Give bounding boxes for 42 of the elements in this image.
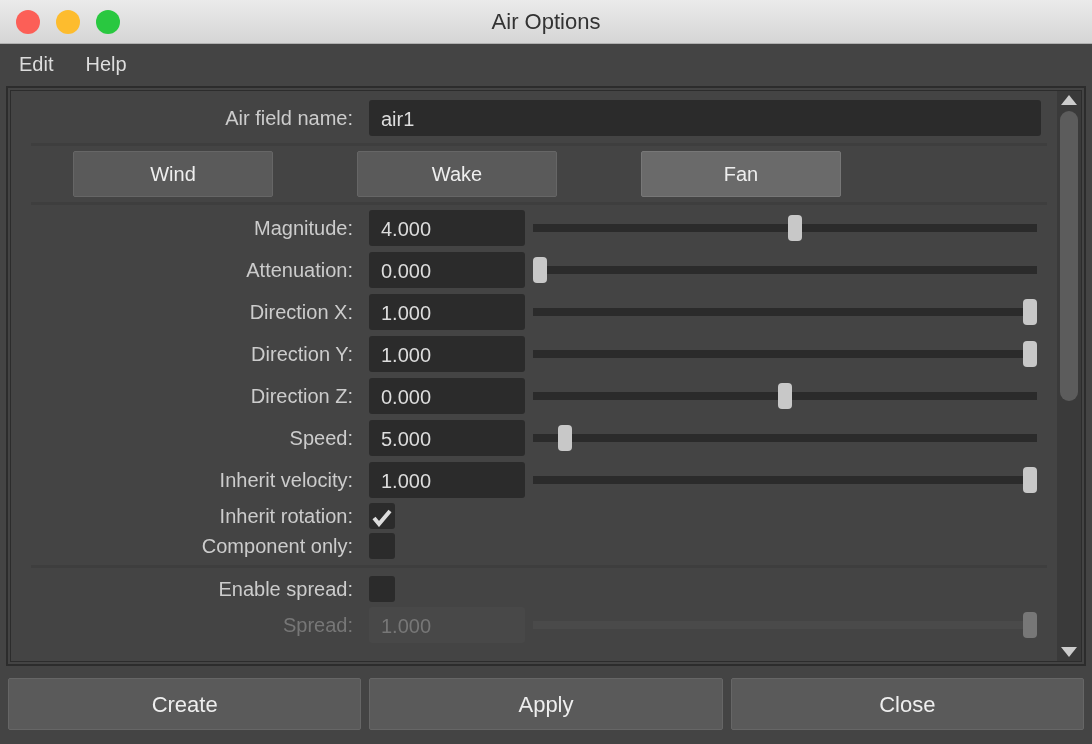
field-label: Inherit rotation: xyxy=(218,504,354,529)
scrollbar-thumb[interactable] xyxy=(1060,111,1078,401)
menu-item[interactable]: Edit xyxy=(19,49,54,79)
slider-thumb[interactable] xyxy=(533,257,547,283)
field-label: Magnitude: xyxy=(253,216,354,241)
number-field[interactable]: 4.000 xyxy=(369,210,525,246)
field-label: Attenuation: xyxy=(245,258,354,283)
field-label: Enable spread: xyxy=(217,577,354,602)
dialog-button[interactable]: Create xyxy=(8,678,362,730)
scroll-down-arrow-icon[interactable] xyxy=(1061,647,1077,657)
number-field[interactable]: 1.000 xyxy=(369,294,525,330)
mode-button[interactable]: Wake xyxy=(357,151,557,197)
slider-thumb[interactable] xyxy=(778,383,792,409)
field-label: Air field name: xyxy=(224,106,354,131)
field-label: Direction X: xyxy=(248,300,354,325)
menu-item[interactable]: Help xyxy=(85,49,127,79)
number-field[interactable]: 1.000 xyxy=(369,336,525,372)
number-field[interactable]: 0.000 xyxy=(369,378,525,414)
checkbox[interactable] xyxy=(369,533,395,559)
scroll-up-arrow-icon[interactable] xyxy=(1061,95,1077,105)
number-field[interactable]: 0.000 xyxy=(369,252,525,288)
field-label: Speed: xyxy=(288,426,354,451)
field-label: Inherit velocity: xyxy=(218,468,354,493)
field-label: Direction Y: xyxy=(250,342,354,367)
mode-button[interactable]: Wind xyxy=(73,151,273,197)
name-input-field[interactable]: air1 xyxy=(369,100,1041,136)
slider-thumb[interactable] xyxy=(1023,341,1037,367)
number-field[interactable]: 5.000 xyxy=(369,420,525,456)
dialog-button[interactable]: Apply xyxy=(369,678,723,730)
number-field[interactable]: 1.000 xyxy=(369,462,525,498)
mode-button[interactable]: Fan xyxy=(641,151,841,197)
field-label: Component only: xyxy=(200,534,354,559)
checkbox[interactable] xyxy=(369,503,395,529)
scrollbar[interactable] xyxy=(1057,91,1081,661)
slider-thumb[interactable] xyxy=(1023,299,1037,325)
slider-thumb[interactable] xyxy=(1023,467,1037,493)
slider-thumb[interactable] xyxy=(787,215,802,241)
checkbox[interactable] xyxy=(369,576,395,602)
slider-thumb[interactable] xyxy=(557,425,572,451)
window-title: Air Options xyxy=(491,8,601,36)
dialog-button[interactable]: Close xyxy=(730,678,1084,730)
field-label: Direction Z: xyxy=(249,384,354,409)
